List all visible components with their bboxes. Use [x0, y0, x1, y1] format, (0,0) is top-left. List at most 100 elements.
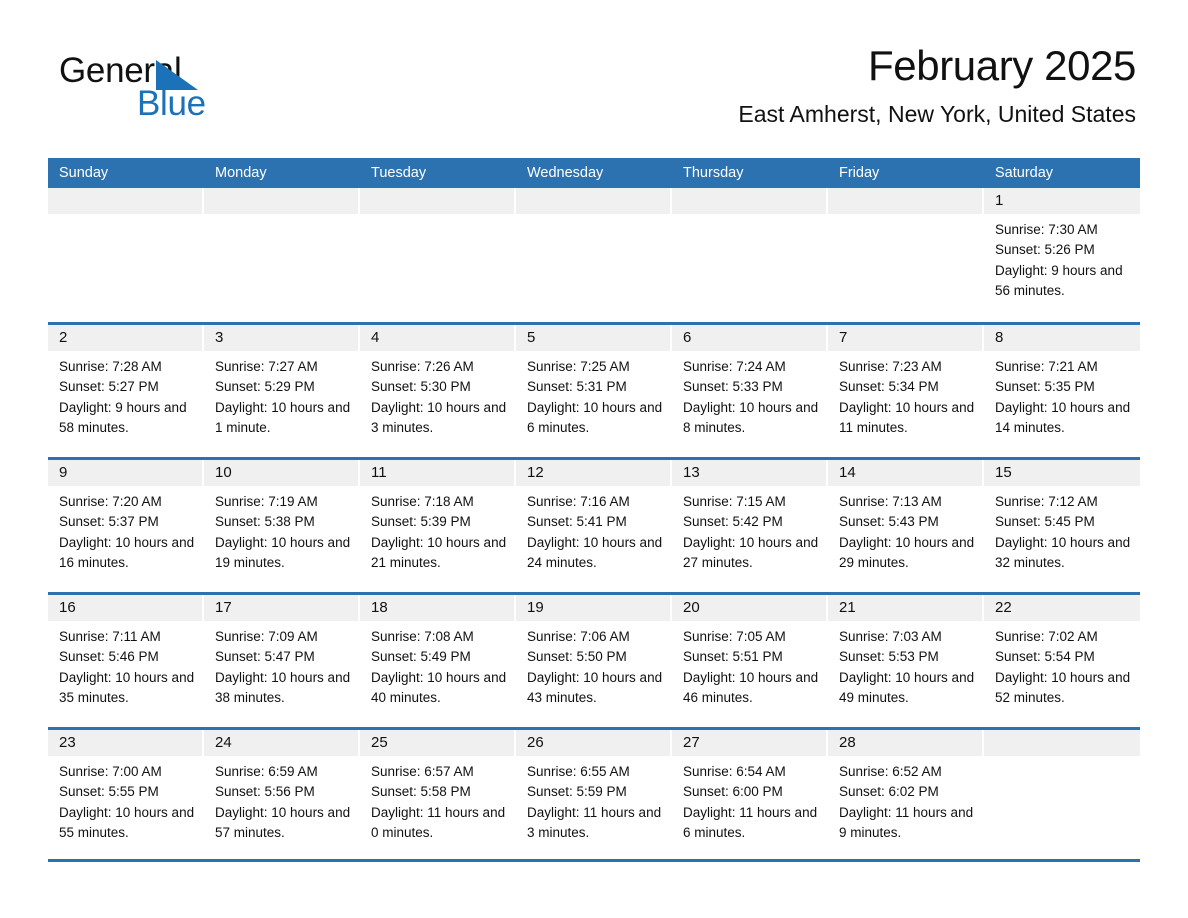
day-number: 15 [984, 460, 1140, 486]
day-details: Sunrise: 7:28 AM Sunset: 5:27 PM Dayligh… [48, 351, 204, 438]
daylight-text: Daylight: 10 hours and 55 minutes. [59, 804, 195, 840]
week-row: 16 Sunrise: 7:11 AM Sunset: 5:46 PM Dayl… [48, 592, 1140, 727]
daylight-text: Daylight: 10 hours and 11 minutes. [839, 399, 975, 435]
sunset-text: Sunset: 5:42 PM [683, 514, 783, 530]
day-details: Sunrise: 7:11 AM Sunset: 5:46 PM Dayligh… [48, 621, 204, 708]
weekday-sunday: Sunday [59, 165, 109, 181]
sunrise-text: Sunrise: 7:18 AM [371, 494, 474, 509]
sunset-text: Sunset: 5:27 PM [59, 379, 159, 395]
day-details: Sunrise: 7:19 AM Sunset: 5:38 PM Dayligh… [204, 486, 360, 573]
sunset-text: Sunset: 5:55 PM [59, 784, 159, 800]
day-cell: 25 Sunrise: 6:57 AM Sunset: 5:58 PM Dayl… [360, 730, 516, 859]
sunrise-text: Sunrise: 7:30 AM [995, 222, 1098, 237]
day-cell [204, 188, 360, 322]
day-cell: 27 Sunrise: 6:54 AM Sunset: 6:00 PM Dayl… [672, 730, 828, 859]
day-cell: 3 Sunrise: 7:27 AM Sunset: 5:29 PM Dayli… [204, 325, 360, 457]
day-cell: 24 Sunrise: 6:59 AM Sunset: 5:56 PM Dayl… [204, 730, 360, 859]
brand-name-blue: Blue [137, 84, 206, 123]
sunrise-text: Sunrise: 7:03 AM [839, 629, 942, 644]
day-number [828, 188, 984, 214]
sunrise-text: Sunrise: 7:15 AM [683, 494, 786, 509]
sunrise-text: Sunrise: 7:09 AM [215, 629, 318, 644]
day-details: Sunrise: 7:08 AM Sunset: 5:49 PM Dayligh… [360, 621, 516, 708]
day-number [516, 188, 672, 214]
sunset-text: Sunset: 5:51 PM [683, 649, 783, 665]
day-details: Sunrise: 7:15 AM Sunset: 5:42 PM Dayligh… [672, 486, 828, 573]
day-number: 25 [360, 730, 516, 756]
weekday-saturday: Saturday [995, 165, 1054, 181]
sunrise-text: Sunrise: 7:06 AM [527, 629, 630, 644]
day-cell: 12 Sunrise: 7:16 AM Sunset: 5:41 PM Dayl… [516, 460, 672, 592]
day-number: 13 [672, 460, 828, 486]
day-details: Sunrise: 7:12 AM Sunset: 5:45 PM Dayligh… [984, 486, 1140, 573]
sunset-text: Sunset: 5:56 PM [215, 784, 315, 800]
sunset-text: Sunset: 5:38 PM [215, 514, 315, 530]
sunrise-text: Sunrise: 7:19 AM [215, 494, 318, 509]
daylight-text: Daylight: 10 hours and 49 minutes. [839, 669, 975, 705]
day-cell [516, 188, 672, 322]
sunset-text: Sunset: 5:46 PM [59, 649, 159, 665]
sunrise-text: Sunrise: 7:26 AM [371, 359, 474, 374]
sunset-text: Sunset: 5:35 PM [995, 379, 1095, 395]
day-number: 16 [48, 595, 204, 621]
day-cell: 10 Sunrise: 7:19 AM Sunset: 5:38 PM Dayl… [204, 460, 360, 592]
page-title: February 2025 [868, 42, 1136, 89]
day-cell: 20 Sunrise: 7:05 AM Sunset: 5:51 PM Dayl… [672, 595, 828, 727]
day-number [984, 730, 1140, 756]
sunset-text: Sunset: 5:30 PM [371, 379, 471, 395]
day-details: Sunrise: 6:59 AM Sunset: 5:56 PM Dayligh… [204, 756, 360, 843]
sunset-text: Sunset: 5:53 PM [839, 649, 939, 665]
day-cell: 7 Sunrise: 7:23 AM Sunset: 5:34 PM Dayli… [828, 325, 984, 457]
sunrise-text: Sunrise: 7:21 AM [995, 359, 1098, 374]
daylight-text: Daylight: 10 hours and 46 minutes. [683, 669, 819, 705]
calendar-table: Sunday Monday Tuesday Wednesday Thursday… [48, 158, 1140, 862]
daylight-text: Daylight: 10 hours and 6 minutes. [527, 399, 663, 435]
daylight-text: Daylight: 10 hours and 43 minutes. [527, 669, 663, 705]
daylight-text: Daylight: 11 hours and 9 minutes. [839, 804, 974, 840]
daylight-text: Daylight: 11 hours and 0 minutes. [371, 804, 506, 840]
day-number [672, 188, 828, 214]
sunrise-text: Sunrise: 7:23 AM [839, 359, 942, 374]
day-number: 9 [48, 460, 204, 486]
daylight-text: Daylight: 10 hours and 19 minutes. [215, 534, 351, 570]
day-cell [984, 730, 1140, 859]
day-number: 1 [984, 188, 1140, 214]
sunrise-text: Sunrise: 7:05 AM [683, 629, 786, 644]
day-details: Sunrise: 6:54 AM Sunset: 6:00 PM Dayligh… [672, 756, 828, 843]
weekday-monday: Monday [215, 165, 267, 181]
week-row: 2 Sunrise: 7:28 AM Sunset: 5:27 PM Dayli… [48, 322, 1140, 457]
day-number: 11 [360, 460, 516, 486]
week-row: 9 Sunrise: 7:20 AM Sunset: 5:37 PM Dayli… [48, 457, 1140, 592]
daylight-text: Daylight: 10 hours and 57 minutes. [215, 804, 351, 840]
daylight-text: Daylight: 10 hours and 52 minutes. [995, 669, 1131, 705]
day-cell: 16 Sunrise: 7:11 AM Sunset: 5:46 PM Dayl… [48, 595, 204, 727]
day-details: Sunrise: 7:26 AM Sunset: 5:30 PM Dayligh… [360, 351, 516, 438]
daylight-text: Daylight: 9 hours and 58 minutes. [59, 399, 187, 435]
day-details: Sunrise: 7:06 AM Sunset: 5:50 PM Dayligh… [516, 621, 672, 708]
day-details: Sunrise: 7:20 AM Sunset: 5:37 PM Dayligh… [48, 486, 204, 573]
sunset-text: Sunset: 6:00 PM [683, 784, 783, 800]
sunset-text: Sunset: 6:02 PM [839, 784, 939, 800]
sunrise-text: Sunrise: 6:54 AM [683, 764, 786, 779]
generalblue-logo[interactable]: General Blue [59, 52, 289, 130]
sunset-text: Sunset: 5:58 PM [371, 784, 471, 800]
day-number: 24 [204, 730, 360, 756]
sunset-text: Sunset: 5:50 PM [527, 649, 627, 665]
day-number: 21 [828, 595, 984, 621]
day-cell: 1 Sunrise: 7:30 AM Sunset: 5:26 PM Dayli… [984, 188, 1140, 322]
day-number: 18 [360, 595, 516, 621]
day-cell: 2 Sunrise: 7:28 AM Sunset: 5:27 PM Dayli… [48, 325, 204, 457]
day-number: 14 [828, 460, 984, 486]
sunset-text: Sunset: 5:37 PM [59, 514, 159, 530]
sunrise-text: Sunrise: 7:11 AM [59, 629, 161, 644]
sunrise-text: Sunrise: 7:13 AM [839, 494, 942, 509]
day-details: Sunrise: 6:52 AM Sunset: 6:02 PM Dayligh… [828, 756, 984, 843]
sunset-text: Sunset: 5:49 PM [371, 649, 471, 665]
sunset-text: Sunset: 5:34 PM [839, 379, 939, 395]
sunrise-text: Sunrise: 7:00 AM [59, 764, 162, 779]
page-header: General Blue February 2025 East Amherst,… [48, 40, 1140, 155]
day-details: Sunrise: 6:55 AM Sunset: 5:59 PM Dayligh… [516, 756, 672, 843]
daylight-text: Daylight: 10 hours and 14 minutes. [995, 399, 1131, 435]
page-subtitle: East Amherst, New York, United States [738, 101, 1136, 127]
day-details: Sunrise: 6:57 AM Sunset: 5:58 PM Dayligh… [360, 756, 516, 843]
